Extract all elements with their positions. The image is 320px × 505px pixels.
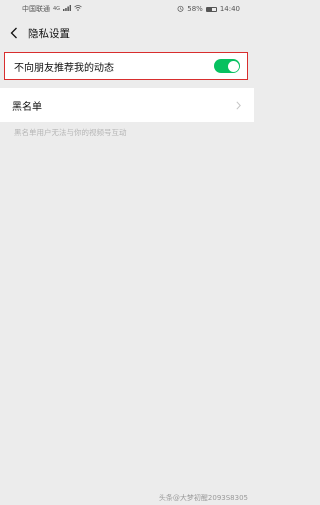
- carrier-name: 中国联通: [22, 5, 50, 13]
- status-bar: 中国联通 4G 58% 14:40: [0, 0, 254, 18]
- recommend-setting-label: 不向朋友推荐我的动态: [14, 62, 114, 74]
- chevron-right-icon: [236, 100, 242, 110]
- blacklist-label: 黑名单: [12, 101, 42, 113]
- recommend-setting-row: 不向朋友推荐我的动态: [4, 52, 248, 80]
- clock-time: 14:40: [219, 5, 240, 13]
- battery-icon: [205, 6, 217, 12]
- signal-label: 4G: [53, 6, 61, 12]
- status-right: 58% 14:40: [177, 5, 240, 14]
- wifi-icon: [74, 5, 82, 13]
- nav-bar: 隐私设置: [0, 22, 254, 44]
- alarm-icon: [177, 5, 184, 14]
- blacklist-row[interactable]: 黑名单: [0, 88, 254, 122]
- blacklist-hint: 黑名单用户无法与你的视频号互动: [14, 128, 127, 137]
- recommend-toggle[interactable]: [214, 59, 240, 73]
- signal-bars-icon: [63, 5, 72, 13]
- back-icon[interactable]: [10, 27, 20, 39]
- page-title: 隐私设置: [28, 27, 70, 40]
- status-left: 中国联通 4G: [22, 4, 82, 14]
- toggle-knob: [227, 60, 239, 72]
- watermark: 头条@大梦初醒2093S8305: [158, 494, 248, 502]
- battery-percent: 58%: [187, 5, 203, 13]
